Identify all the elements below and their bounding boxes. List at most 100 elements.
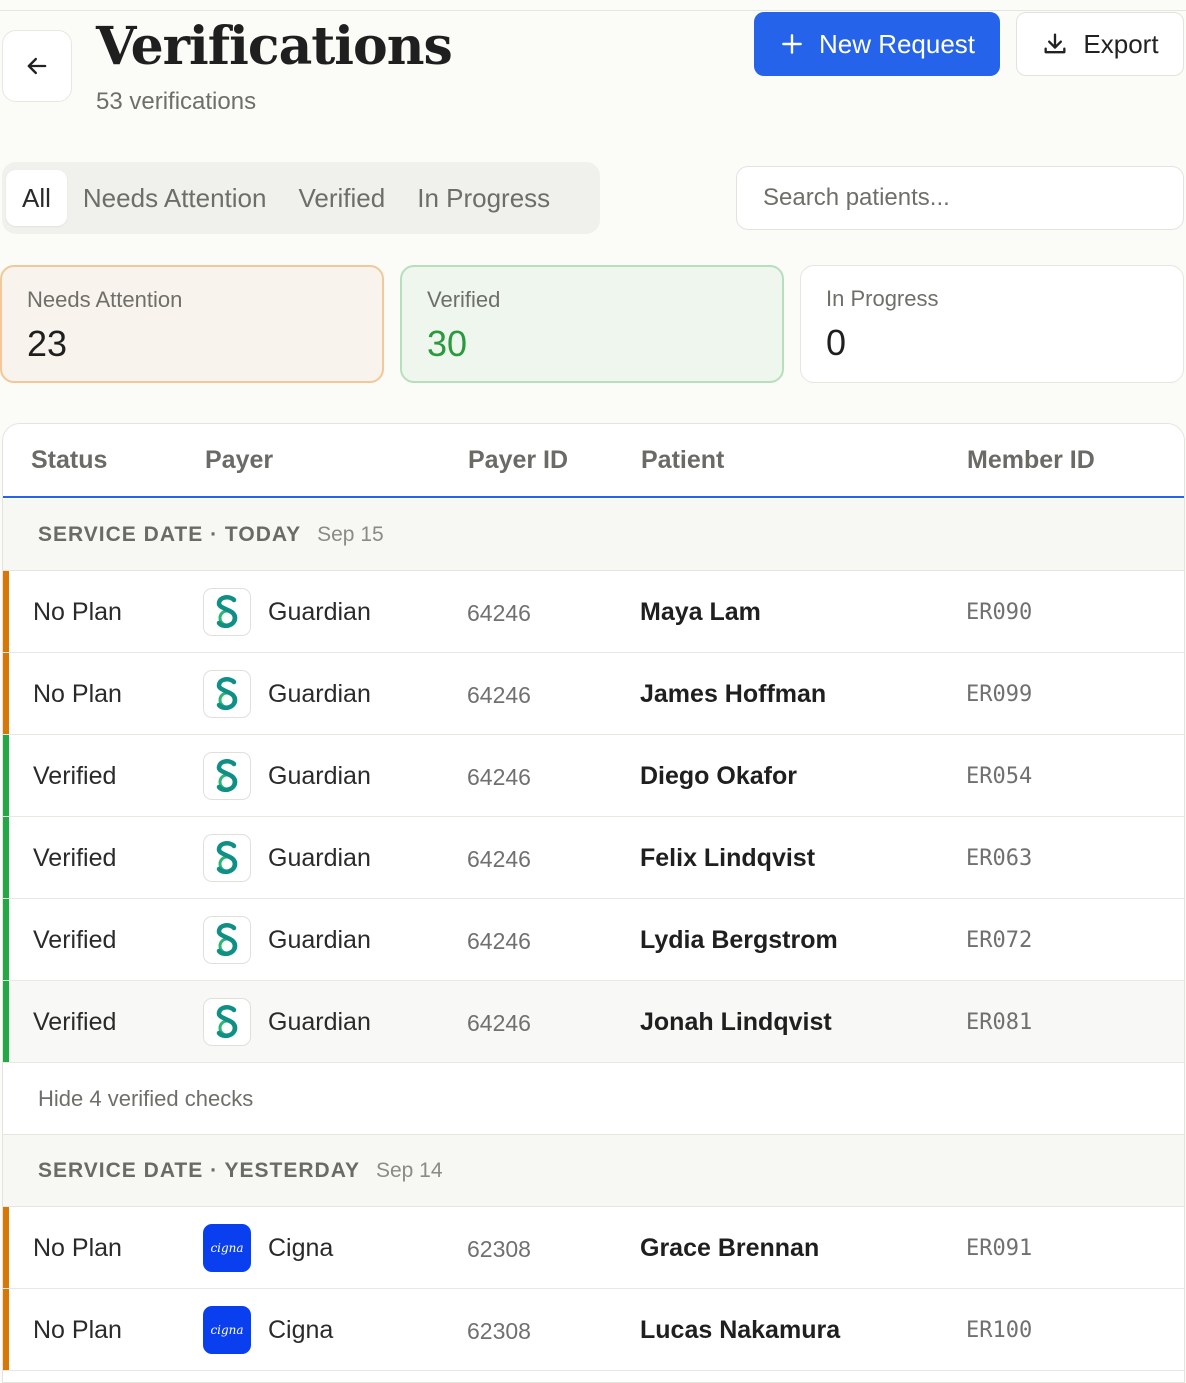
- member-id: ER072: [966, 928, 1033, 953]
- in-progress-card[interactable]: In Progress 0: [800, 265, 1184, 383]
- payer-id: 62308: [467, 1318, 531, 1344]
- back-button[interactable]: [2, 30, 72, 102]
- payer-name: Guardian: [268, 680, 371, 708]
- member-id: ER054: [966, 764, 1033, 789]
- member-id: ER099: [966, 682, 1033, 707]
- table-row[interactable]: No Plan Guardian 64246 James Hoffman ER099: [3, 653, 1184, 735]
- tab-needs-attention[interactable]: Needs Attention: [67, 170, 283, 226]
- table-header: Status Payer Payer ID Patient Member ID: [3, 424, 1184, 498]
- payer-id: 64246: [467, 928, 531, 954]
- hide-verified-toggle[interactable]: Hide 4 verified checks: [3, 1063, 1184, 1135]
- table-row[interactable]: Verified Guardian 64246 Jonah Lindqvist ER08…: [3, 981, 1184, 1063]
- payer-name: Cigna: [268, 1316, 334, 1344]
- verified-label: Verified: [427, 287, 501, 312]
- page-subtitle: 53 verifications: [96, 88, 257, 115]
- needs-attention-count: 23: [27, 323, 68, 364]
- column-header-member-id[interactable]: Member ID: [967, 446, 1095, 475]
- guardian-logo-mark: [216, 759, 238, 793]
- status-cell: Verified: [33, 844, 117, 872]
- table-row[interactable]: No Plan cigna Cigna 62308 Lucas Nakamura ER10…: [3, 1289, 1184, 1371]
- page-title: Verifications: [96, 16, 453, 77]
- group-header: SERVICE DATE · TODAY Sep 15: [3, 499, 1184, 571]
- payer-name: Cigna: [268, 1234, 334, 1262]
- arrow-left-icon: [27, 57, 47, 75]
- verified-card[interactable]: Verified 30: [400, 265, 784, 383]
- column-header-patient[interactable]: Patient: [641, 446, 724, 475]
- column-header-payer[interactable]: Payer: [205, 446, 273, 475]
- status-cell: No Plan: [33, 680, 122, 708]
- group-date: Sep 14: [375, 1158, 443, 1182]
- column-header-payer-id[interactable]: Payer ID: [468, 446, 568, 475]
- needs-attention-label: Needs Attention: [27, 287, 183, 312]
- new-request-label: New Request: [818, 28, 976, 59]
- member-id: ER063: [966, 846, 1033, 871]
- guardian-logo-mark: [216, 841, 238, 875]
- guardian-logo: [203, 588, 251, 636]
- in-progress-count: 0: [826, 322, 847, 363]
- payer-name: Guardian: [268, 926, 371, 954]
- patient-name: Grace Brennan: [640, 1234, 820, 1262]
- tab-all[interactable]: All: [6, 170, 67, 226]
- search-input[interactable]: Search patients...: [736, 166, 1184, 230]
- status-indicator-bar: [3, 1289, 9, 1370]
- needs-attention-card[interactable]: Needs Attention 23: [0, 265, 384, 383]
- status-cell: No Plan: [33, 598, 122, 626]
- patient-name: Felix Lindqvist: [640, 844, 816, 872]
- status-cell: No Plan: [33, 1316, 122, 1344]
- tab-verified[interactable]: Verified: [282, 170, 401, 226]
- table-row[interactable]: No Plan cigna Cigna 62308 Grace Brennan ER091: [3, 1207, 1184, 1289]
- status-cell: Verified: [33, 926, 117, 954]
- tab-in-progress[interactable]: In Progress: [401, 170, 566, 226]
- status-indicator-bar: [3, 571, 9, 652]
- status-indicator-bar: [3, 817, 9, 898]
- guardian-logo: [203, 916, 251, 964]
- payer-id: 64246: [467, 600, 531, 626]
- payer-id: 64246: [467, 1010, 531, 1036]
- cigna-logo: cigna: [203, 1224, 251, 1272]
- guardian-logo-mark: [216, 595, 238, 629]
- status-indicator-bar: [3, 653, 9, 734]
- guardian-logo: [203, 670, 251, 718]
- patient-name: Diego Okafor: [640, 762, 797, 790]
- export-button[interactable]: Export: [1016, 12, 1184, 76]
- payer-name: Guardian: [268, 844, 371, 872]
- new-request-button[interactable]: New Request: [754, 12, 1000, 76]
- table-row[interactable]: Verified Guardian 64246 Felix Lindqvist ER06…: [3, 817, 1184, 899]
- payer-id: 62308: [467, 1236, 531, 1262]
- export-label: Export: [1083, 28, 1159, 59]
- member-id: ER091: [966, 1236, 1033, 1261]
- cigna-logo: cigna: [203, 1306, 251, 1354]
- guardian-logo: [203, 834, 251, 882]
- payer-id: 64246: [467, 764, 531, 790]
- status-indicator-bar: [3, 1207, 9, 1288]
- column-header-status[interactable]: Status: [31, 446, 107, 475]
- payer-name: Guardian: [268, 598, 371, 626]
- download-icon: [1044, 33, 1066, 54]
- group-label: SERVICE DATE · TODAY: [38, 522, 302, 546]
- top-divider: [0, 10, 1186, 11]
- payer-name: Guardian: [268, 762, 371, 790]
- filter-tabs: All Needs Attention Verified In Progress: [2, 162, 600, 234]
- status-cell: Verified: [33, 762, 117, 790]
- cigna-logo-text: cigna: [210, 1323, 244, 1337]
- patient-name: Lydia Bergstrom: [640, 926, 838, 954]
- verified-count: 30: [427, 323, 468, 364]
- guardian-logo-mark: [216, 1005, 238, 1039]
- guardian-logo-mark: [216, 677, 238, 711]
- patient-name: James Hoffman: [640, 680, 827, 708]
- member-id: ER100: [966, 1318, 1033, 1343]
- status-indicator-bar: [3, 981, 9, 1062]
- table-row[interactable]: Verified Guardian 64246 Lydia Bergstrom ER07…: [3, 899, 1184, 981]
- table-row[interactable]: Verified Guardian 64246 Diego Okafor ER054: [3, 735, 1184, 817]
- status-cell: Verified: [33, 1008, 117, 1036]
- patient-name: Maya Lam: [640, 598, 761, 626]
- table-row[interactable]: No Plan Guardian 64246 Maya Lam ER090: [3, 571, 1184, 653]
- payer-name: Guardian: [268, 1008, 371, 1036]
- patient-name: Jonah Lindqvist: [640, 1008, 832, 1036]
- status-cell: No Plan: [33, 1234, 122, 1262]
- guardian-logo: [203, 998, 251, 1046]
- guardian-logo-mark: [216, 923, 238, 957]
- group-label: SERVICE DATE · YESTERDAY: [38, 1158, 360, 1182]
- verifications-table: Status Payer Payer ID Patient Member ID …: [2, 423, 1185, 1383]
- guardian-logo: [203, 752, 251, 800]
